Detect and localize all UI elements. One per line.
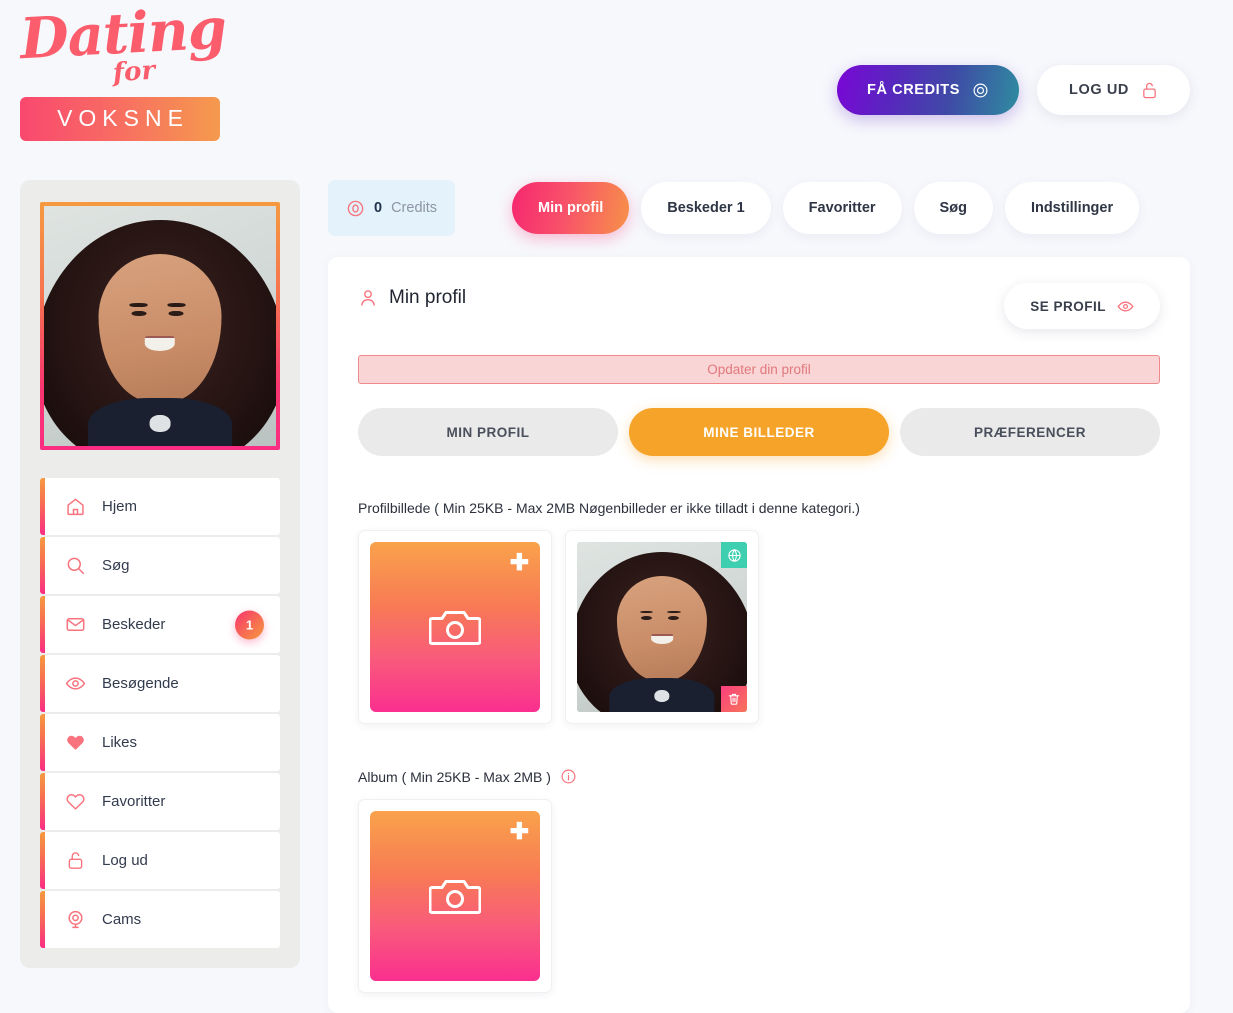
sidebar-item-label: Favoritter xyxy=(102,793,166,810)
trash-icon xyxy=(728,693,740,705)
heart-outline-icon xyxy=(64,791,86,813)
album-section-label: Album ( Min 25KB - Max 2MB ) xyxy=(358,768,1160,785)
avatar-gradient-frame xyxy=(40,202,280,450)
logout-button[interactable]: LOG UD xyxy=(1037,65,1190,115)
sidebar-item-cams[interactable]: Cams xyxy=(40,891,280,948)
tab-beskeder[interactable]: Beskeder 1 xyxy=(641,182,771,234)
sidebar-nav: Hjem Søg Beskeder 1 Besøgende Likes Favo… xyxy=(40,478,280,948)
profile-photo-section-text: Profilbillede ( Min 25KB - Max 2MB Nøgen… xyxy=(358,500,860,516)
page-title: Min profil xyxy=(358,283,466,309)
webcam-icon xyxy=(64,909,86,931)
avatar[interactable] xyxy=(44,206,276,446)
view-profile-button[interactable]: SE PROFIL xyxy=(1004,283,1160,329)
panel-header: Min profil SE PROFIL xyxy=(358,283,1160,329)
sidebar-item-label: Søg xyxy=(102,557,130,574)
album-upload-card: ✚ xyxy=(358,799,552,993)
main-content: 0 Credits Min profil Beskeder 1 Favoritt… xyxy=(328,180,1190,1013)
profile-photo-section-label: Profilbillede ( Min 25KB - Max 2MB Nøgen… xyxy=(358,500,1160,516)
top-tabs-row: 0 Credits Min profil Beskeder 1 Favoritt… xyxy=(328,180,1190,236)
avatar-card xyxy=(40,202,280,450)
camera-icon xyxy=(429,611,481,645)
eye-icon xyxy=(1117,301,1134,311)
coin-icon xyxy=(347,200,364,216)
make-public-globe-button[interactable] xyxy=(721,542,747,568)
page-layout: Hjem Søg Beskeder 1 Besøgende Likes Favo… xyxy=(0,180,1233,1013)
search-icon xyxy=(64,555,86,577)
profile-subtabs: MIN PROFIL MINE BILLEDER PRÆFERENCER xyxy=(358,408,1160,456)
get-credits-label: FÅ CREDITS xyxy=(867,82,960,98)
sidebar-item-label: Log ud xyxy=(102,852,148,869)
credits-chip[interactable]: 0 Credits xyxy=(328,180,456,236)
add-plus-icon[interactable]: ✚ xyxy=(510,820,529,843)
view-profile-label: SE PROFIL xyxy=(1030,298,1106,314)
profile-photo-thumbnail[interactable] xyxy=(577,542,747,712)
sidebar-item-label: Beskeder xyxy=(102,616,166,633)
photo-upload-card: ✚ xyxy=(358,530,552,724)
page-title-text: Min profil xyxy=(389,287,467,308)
get-credits-button[interactable]: FÅ CREDITS xyxy=(837,65,1019,115)
globe-icon xyxy=(727,548,741,562)
subtab-min-profil[interactable]: MIN PROFIL xyxy=(358,408,618,456)
sidebar-unread-badge: 1 xyxy=(235,610,264,639)
sidebar-item-beskeder[interactable]: Beskeder 1 xyxy=(40,596,280,653)
sidebar-item-label: Cams xyxy=(102,911,142,928)
sidebar-item-likes[interactable]: Likes xyxy=(40,714,280,771)
subtab-praeferencer[interactable]: PRÆFERENCER xyxy=(900,408,1160,456)
profile-photo-upload-tile[interactable]: ✚ xyxy=(370,542,540,712)
unlock-icon xyxy=(1143,82,1156,98)
unlock-icon xyxy=(64,850,86,872)
tab-sog[interactable]: Søg xyxy=(913,182,993,234)
album-photo-row: ✚ xyxy=(358,799,1160,993)
page-header: Dating for VOKSNE FÅ CREDITS LOG UD xyxy=(0,0,1233,180)
sidebar-item-log-ud[interactable]: Log ud xyxy=(40,832,280,889)
sidebar: Hjem Søg Beskeder 1 Besøgende Likes Favo… xyxy=(20,180,300,968)
home-icon xyxy=(64,496,86,518)
coin-icon xyxy=(973,83,988,97)
sidebar-item-label: Likes xyxy=(102,734,138,751)
delete-photo-button[interactable] xyxy=(721,686,747,712)
tab-indstillinger[interactable]: Indstillinger xyxy=(1004,182,1140,234)
tab-min-profil[interactable]: Min profil xyxy=(512,182,630,234)
envelope-icon xyxy=(64,614,86,636)
sidebar-item-label: Hjem xyxy=(102,498,138,515)
sidebar-item-favoritter[interactable]: Favoritter xyxy=(40,773,280,830)
add-plus-icon[interactable]: ✚ xyxy=(510,551,529,574)
album-photo-upload-tile[interactable]: ✚ xyxy=(370,811,540,981)
info-icon[interactable] xyxy=(560,768,577,785)
eye-icon xyxy=(64,673,86,695)
subtab-mine-billeder[interactable]: MINE BILLEDER xyxy=(629,408,889,456)
person-icon xyxy=(361,290,375,306)
credits-label: Credits xyxy=(391,200,438,216)
sidebar-item-label: Besøgende xyxy=(102,675,179,692)
profile-photo-card xyxy=(565,530,759,724)
credits-count: 0 xyxy=(374,200,383,216)
logout-label: LOG UD xyxy=(1069,82,1129,98)
header-actions: FÅ CREDITS LOG UD xyxy=(837,65,1190,115)
site-logo[interactable]: Dating for VOKSNE xyxy=(18,0,227,142)
logo-badge-text: VOKSNE xyxy=(20,97,220,142)
heart-filled-icon xyxy=(64,732,86,754)
profile-panel: Min profil SE PROFIL Opdater din profil … xyxy=(328,257,1190,1013)
tab-favoritter[interactable]: Favoritter xyxy=(782,182,902,234)
update-profile-alert: Opdater din profil xyxy=(358,355,1160,384)
avatar-portrait-image xyxy=(44,206,276,446)
camera-icon xyxy=(429,880,481,914)
sidebar-item-sog[interactable]: Søg xyxy=(40,537,280,594)
profile-photo-row: ✚ xyxy=(358,530,1160,724)
sidebar-item-besogende[interactable]: Besøgende xyxy=(40,655,280,712)
album-section-text: Album ( Min 25KB - Max 2MB ) xyxy=(358,768,551,785)
sidebar-item-hjem[interactable]: Hjem xyxy=(40,478,280,535)
